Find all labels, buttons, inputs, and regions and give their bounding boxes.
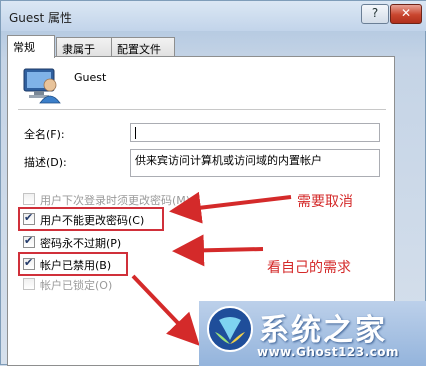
system-home-logo-icon (207, 306, 253, 352)
arrow-to-never-expires (172, 234, 264, 267)
watermark-banner: 系统之家 www.Ghost123.com (199, 301, 426, 366)
arrow-to-disabled (131, 274, 200, 346)
watermark-title: 系统之家 (259, 313, 387, 348)
tab-general[interactable]: 常规 (7, 35, 55, 58)
properties-window: Guest 属性 ? ✕ 常规 隶属于 配置文件 Guest 全名(F): 描述… (0, 0, 426, 366)
arrow-to-cannot-change (169, 191, 292, 224)
watermark-url: www.Ghost123.com (257, 345, 400, 359)
